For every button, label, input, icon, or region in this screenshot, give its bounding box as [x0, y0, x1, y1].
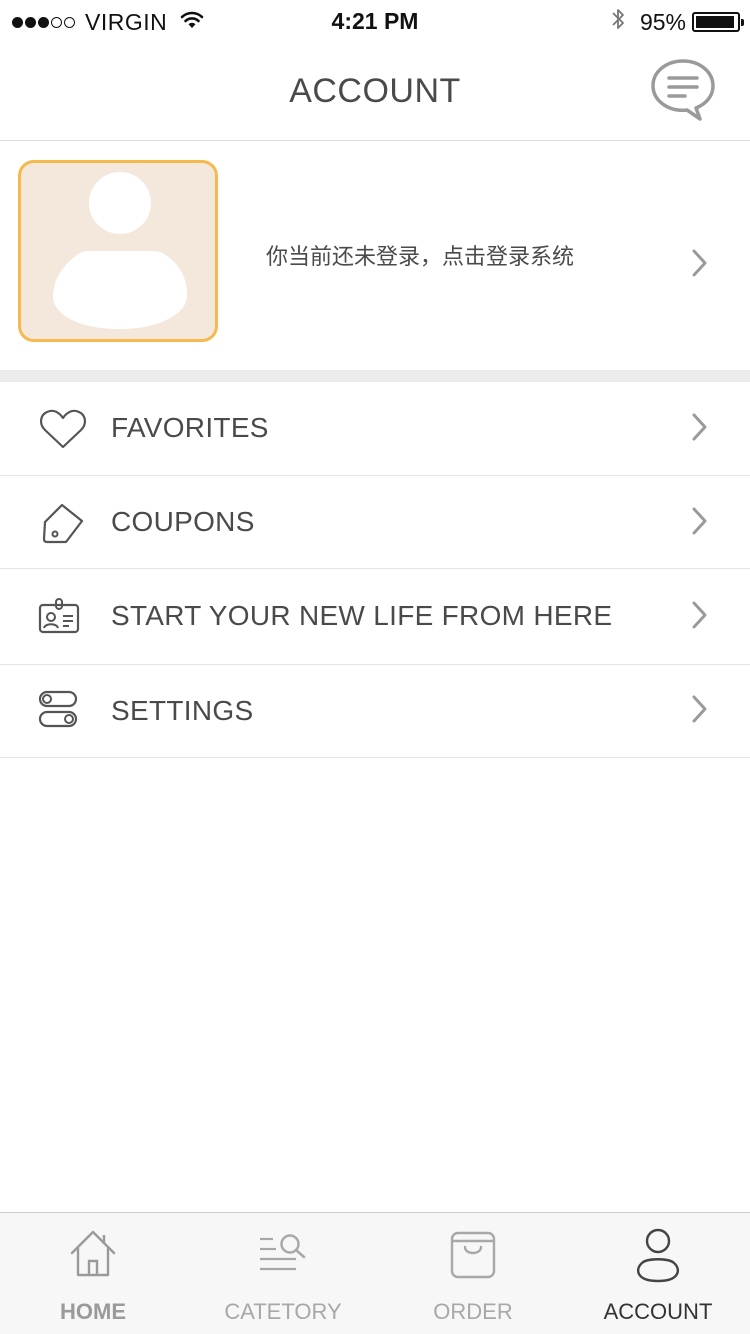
bluetooth-icon [610, 6, 626, 38]
tab-label: ACCOUNT [603, 1299, 713, 1324]
person-icon [633, 1227, 683, 1290]
house-icon [68, 1227, 118, 1286]
chevron-right-icon [690, 409, 710, 450]
id-card-icon [38, 597, 82, 640]
user-placeholder-icon [53, 172, 188, 329]
heart-icon [38, 409, 88, 456]
chat-bubble-icon [651, 59, 715, 121]
tab-home[interactable]: HOME [0, 1213, 186, 1334]
menu-item-new-life[interactable]: START YOUR NEW LIFE FROM HERE [0, 569, 750, 665]
toggles-icon [38, 690, 80, 735]
battery-fill [696, 16, 734, 28]
battery-percent: 95% [639, 8, 686, 35]
battery-icon [692, 12, 744, 32]
status-right: 95% [610, 6, 744, 38]
tab-label: CATETORY [224, 1299, 342, 1324]
tab-label: HOME [60, 1299, 126, 1324]
tab-order[interactable]: ORDER [380, 1213, 566, 1334]
menu-item-label: SETTINGS [111, 695, 254, 726]
tab-bar: HOME CATETORY ORDER ACCOUNT [0, 1212, 750, 1334]
tab-category[interactable]: CATETORY [186, 1213, 380, 1334]
tab-account[interactable]: ACCOUNT [566, 1213, 750, 1334]
login-row[interactable]: 你当前还未登录，点击登录系统 [0, 141, 750, 370]
avatar[interactable] [18, 160, 218, 342]
list-search-icon [256, 1227, 310, 1282]
shopping-bag-icon [448, 1227, 498, 1286]
tag-icon [38, 502, 88, 551]
message-button[interactable] [650, 58, 716, 122]
account-menu: FAVORITES COUPONS START YOUR NEW LIFE FR… [0, 382, 750, 758]
chevron-right-icon [690, 691, 710, 732]
status-bar: VIRGIN 4:21 PM 95% [0, 0, 750, 44]
login-prompt: 你当前还未登录，点击登录系统 [266, 245, 575, 270]
chevron-right-icon [690, 503, 710, 544]
chevron-right-icon [690, 245, 710, 286]
menu-item-label: FAVORITES [111, 412, 269, 443]
menu-item-favorites[interactable]: FAVORITES [0, 382, 750, 476]
section-divider [0, 370, 750, 382]
chevron-right-icon [690, 597, 710, 638]
menu-item-coupons[interactable]: COUPONS [0, 476, 750, 569]
tab-label: ORDER [433, 1299, 513, 1324]
menu-item-label: START YOUR NEW LIFE FROM HERE [111, 600, 613, 631]
page-title: ACCOUNT [289, 72, 461, 110]
menu-item-label: COUPONS [111, 506, 255, 537]
nav-bar: ACCOUNT [0, 44, 750, 141]
menu-item-settings[interactable]: SETTINGS [0, 665, 750, 758]
